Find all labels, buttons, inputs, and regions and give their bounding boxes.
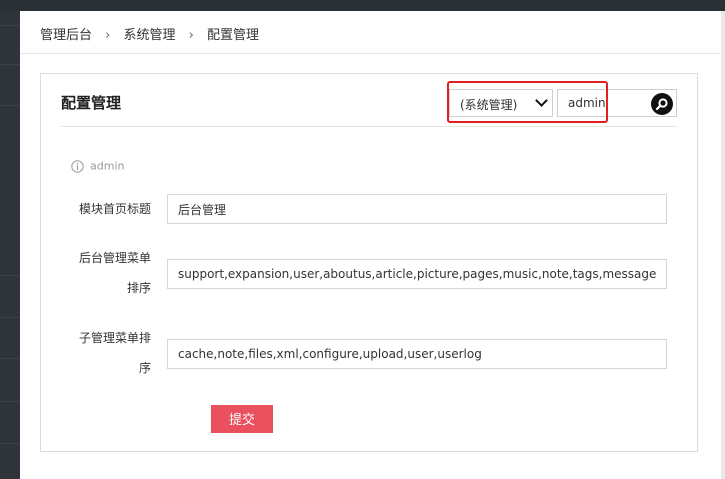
field-label-line: 子管理菜单排: [78, 331, 151, 345]
search-icon: [655, 98, 668, 111]
module-title-field[interactable]: [167, 194, 667, 224]
divider: [20, 53, 721, 54]
breadcrumb-separator: ›: [105, 28, 111, 43]
chevron-down-icon: [535, 94, 548, 107]
field-label: 子管理菜单排 序: [51, 323, 151, 383]
scrollbar-track[interactable]: [721, 11, 725, 479]
field-label-line: 后台管理菜单: [78, 251, 151, 265]
left-sidebar: [0, 11, 20, 479]
sidebar-divider: [0, 317, 20, 318]
info-text: admin: [90, 159, 125, 173]
divider: [61, 126, 677, 127]
sidebar-divider: [0, 275, 20, 276]
breadcrumb-item-current: 配置管理: [207, 28, 260, 43]
breadcrumb: 管理后台 › 系统管理 › 配置管理: [40, 24, 259, 43]
submit-button[interactable]: 提交: [211, 405, 273, 433]
field-label-line: 序: [138, 361, 151, 375]
field-label-line: 排序: [126, 281, 151, 295]
breadcrumb-item[interactable]: 系统管理: [124, 24, 176, 43]
breadcrumb-item[interactable]: 管理后台: [40, 24, 92, 43]
panel-title: 配置管理: [61, 94, 122, 112]
sidebar-divider: [0, 401, 20, 402]
sidebar-divider: [0, 25, 20, 26]
submenu-order-field[interactable]: [167, 339, 667, 369]
select-value: (系统管理): [460, 98, 518, 112]
category-select[interactable]: (系统管理): [449, 89, 553, 117]
field-label: 模块首页标题: [78, 202, 151, 216]
field-label: 后台管理菜单 排序: [51, 243, 151, 303]
menu-order-field[interactable]: [167, 259, 667, 289]
sidebar-divider: [0, 358, 20, 359]
main-content: 管理后台 › 系统管理 › 配置管理 配置管理 (系统管理) admin adm…: [20, 11, 721, 479]
breadcrumb-separator: ›: [188, 28, 194, 43]
config-panel: 配置管理 (系统管理) admin 模块首页标题 后台管理菜单 排序: [40, 73, 698, 452]
info-line: admin: [71, 159, 124, 173]
sidebar-divider: [0, 64, 20, 65]
top-bar: [0, 0, 725, 11]
search-button[interactable]: [651, 93, 673, 115]
sidebar-divider: [0, 443, 20, 444]
info-icon: [71, 159, 84, 173]
sidebar-divider: [0, 105, 20, 106]
